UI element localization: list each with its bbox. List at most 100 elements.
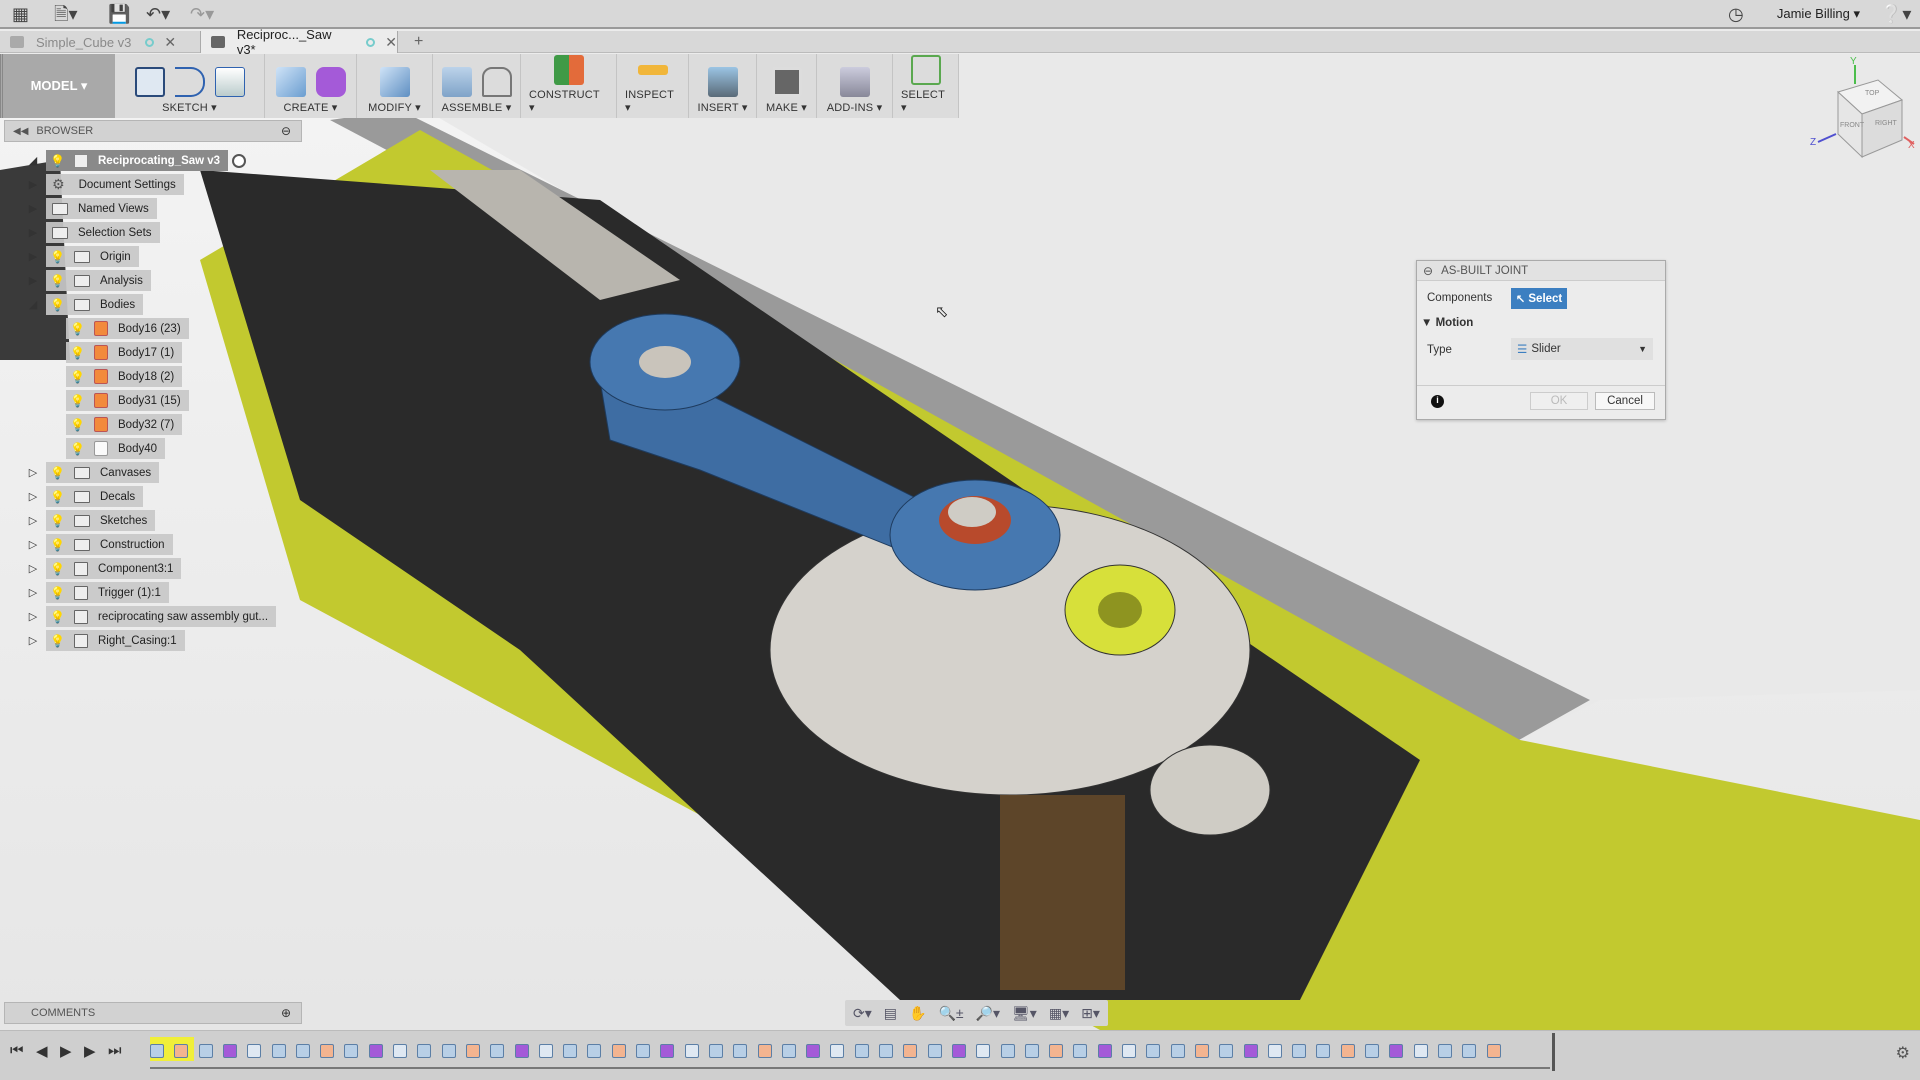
timeline-feature-icon[interactable] bbox=[1170, 1044, 1185, 1058]
step-back-icon[interactable]: ◀ bbox=[36, 1042, 48, 1060]
visibility-bulb-icon[interactable]: 💡 bbox=[70, 346, 85, 360]
select-icon[interactable] bbox=[910, 55, 941, 85]
look-at-icon[interactable]: ▤ bbox=[884, 1005, 897, 1022]
visibility-bulb-icon[interactable]: 💡 bbox=[50, 634, 65, 648]
timeline-feature-icon[interactable] bbox=[1146, 1044, 1161, 1058]
activate-radio-icon[interactable] bbox=[232, 153, 247, 168]
tree-item[interactable]: ◢ 💡 Bodies bbox=[26, 294, 144, 315]
tree-item-body[interactable]: 💡 Body17 (1) bbox=[66, 342, 183, 363]
tree-item-body[interactable]: 💡 Right_Casing:1 bbox=[46, 630, 185, 651]
collapse-browser-icon[interactable]: ◀◀ bbox=[13, 126, 28, 137]
timeline-feature-icon[interactable] bbox=[951, 1044, 966, 1058]
tree-item-body[interactable]: 💡 Construction bbox=[46, 534, 173, 555]
close-tab-icon[interactable]: ✕ bbox=[385, 34, 397, 51]
new-tab-button[interactable]: + bbox=[404, 31, 423, 53]
zoom-icon[interactable]: 🔍± bbox=[938, 1005, 963, 1022]
timeline-feature-icon[interactable] bbox=[708, 1044, 723, 1058]
timeline-feature-icon[interactable] bbox=[1049, 1044, 1064, 1058]
timeline-feature-icon[interactable] bbox=[830, 1044, 845, 1058]
visibility-bulb-icon[interactable]: 💡 bbox=[50, 274, 65, 288]
joint-type-dropdown[interactable]: ☰ Slider ▼ bbox=[1511, 338, 1653, 360]
visibility-bulb-icon[interactable]: 💡 bbox=[50, 154, 65, 168]
create-sketch-icon[interactable] bbox=[134, 67, 165, 97]
grid-settings-icon[interactable]: ▦▾ bbox=[1049, 1005, 1069, 1022]
timeline-feature-icon[interactable] bbox=[514, 1044, 529, 1058]
pan-hand-icon[interactable]: ✋ bbox=[909, 1005, 926, 1022]
timeline-feature-icon[interactable] bbox=[320, 1044, 335, 1058]
tree-item-body[interactable]: ⚙ Document Settings bbox=[46, 174, 184, 195]
visibility-bulb-icon[interactable]: 💡 bbox=[70, 442, 85, 456]
line-icon[interactable] bbox=[174, 67, 205, 97]
expand-arrow-icon[interactable]: ▷ bbox=[26, 538, 40, 551]
minimize-icon[interactable]: ⊖ bbox=[281, 124, 291, 138]
tree-item-body[interactable]: 💡 Origin bbox=[46, 246, 139, 267]
3d-print-icon[interactable] bbox=[771, 67, 802, 97]
collapse-dialog-icon[interactable]: ⊖ bbox=[1423, 264, 1433, 278]
timeline-marker[interactable] bbox=[1552, 1033, 1555, 1071]
tree-item[interactable]: ▷ 💡 Sketches bbox=[26, 510, 156, 531]
expand-arrow-icon[interactable]: ▶ bbox=[26, 202, 40, 215]
tree-item-body[interactable]: Selection Sets bbox=[46, 222, 160, 243]
orbit-icon[interactable]: ⟳▾ bbox=[853, 1005, 872, 1022]
timeline-feature-icon[interactable] bbox=[757, 1044, 772, 1058]
display-settings-icon[interactable]: 🖥▾ bbox=[1012, 1005, 1037, 1022]
expand-arrow-icon[interactable]: ▶ bbox=[26, 226, 40, 239]
fit-icon[interactable]: 🔎▾ bbox=[976, 1005, 1000, 1022]
toolbar-group-add-ins[interactable]: ADD-INS ▾ bbox=[817, 54, 893, 118]
tree-item[interactable]: ▷ 💡 Component3:1 bbox=[26, 558, 182, 579]
timeline-feature-icon[interactable] bbox=[733, 1044, 748, 1058]
timeline-feature-icon[interactable] bbox=[222, 1044, 237, 1058]
timeline-feature-icon[interactable] bbox=[1194, 1044, 1209, 1058]
add-comment-icon[interactable]: ⊕ bbox=[281, 1006, 291, 1020]
toolbar-group-create[interactable]: CREATE ▾ bbox=[265, 54, 357, 118]
collapse-arrow-icon[interactable]: ◢ bbox=[26, 154, 40, 167]
tree-item-body[interactable]: 💡 reciprocating saw assembly gut... bbox=[46, 606, 277, 627]
timeline-feature-icon[interactable] bbox=[781, 1044, 796, 1058]
select-components-button[interactable]: ↖ Select bbox=[1511, 288, 1567, 309]
tree-item-body[interactable]: 💡 Component3:1 bbox=[46, 558, 182, 579]
extrude-icon[interactable] bbox=[275, 67, 306, 97]
timeline-feature-icon[interactable] bbox=[247, 1044, 262, 1058]
visibility-bulb-icon[interactable]: 💡 bbox=[50, 562, 65, 576]
expand-arrow-icon[interactable]: ▶ bbox=[26, 250, 40, 263]
expand-arrow-icon[interactable]: ▶ bbox=[26, 274, 40, 287]
visibility-bulb-icon[interactable]: 💡 bbox=[50, 466, 65, 480]
tree-item-body[interactable]: 💡 Body40 bbox=[66, 438, 166, 459]
visibility-bulb-icon[interactable]: 💡 bbox=[70, 394, 85, 408]
timeline-feature-icon[interactable] bbox=[611, 1044, 626, 1058]
tree-item-body[interactable]: Named Views bbox=[46, 198, 157, 219]
timeline-feature-icon[interactable] bbox=[150, 1044, 164, 1058]
timeline-feature-icon[interactable] bbox=[295, 1044, 310, 1058]
timeline-feature-icon[interactable] bbox=[344, 1044, 359, 1058]
tree-item-body[interactable]: 💡 Canvases bbox=[46, 462, 160, 483]
apps-grid-icon[interactable]: ▦ bbox=[12, 4, 29, 24]
timeline-feature-icon[interactable] bbox=[1365, 1044, 1379, 1058]
visibility-bulb-icon[interactable]: 💡 bbox=[50, 490, 65, 504]
timeline-feature-icon[interactable] bbox=[271, 1044, 286, 1058]
toolbar-group-assemble[interactable]: ASSEMBLE ▾ bbox=[433, 54, 521, 118]
toolbar-group-insert[interactable]: INSERT ▾ bbox=[689, 54, 757, 118]
timeline-feature-icon[interactable] bbox=[660, 1044, 675, 1058]
timeline-feature-icon[interactable] bbox=[441, 1044, 456, 1058]
toolbar-group-inspect[interactable]: INSPECT ▾ bbox=[617, 54, 689, 118]
tree-item[interactable]: 💡 Body17 (1) bbox=[46, 342, 183, 363]
step-forward-icon[interactable]: ▶ bbox=[84, 1042, 96, 1060]
offset-plane-icon[interactable] bbox=[553, 55, 584, 85]
tree-item-body[interactable]: 💡 Bodies bbox=[46, 294, 144, 315]
visibility-bulb-icon[interactable]: 💡 bbox=[50, 514, 65, 528]
tree-item[interactable]: 💡 Body31 (15) bbox=[46, 390, 189, 411]
timeline-feature-icon[interactable] bbox=[1122, 1044, 1136, 1058]
cancel-button[interactable]: Cancel bbox=[1595, 392, 1655, 410]
press-pull-icon[interactable] bbox=[379, 67, 410, 97]
visibility-bulb-icon[interactable]: 💡 bbox=[70, 322, 85, 336]
tree-item[interactable]: 💡 Body16 (23) bbox=[46, 318, 189, 339]
tree-item-body[interactable]: 💡 Analysis bbox=[46, 270, 151, 291]
timeline-feature-icon[interactable] bbox=[684, 1044, 699, 1058]
toolbar-group-construct[interactable]: CONSTRUCT ▾ bbox=[521, 54, 617, 118]
toolbar-group-sketch[interactable]: SKETCH ▾ bbox=[115, 54, 265, 118]
timeline-feature-icon[interactable] bbox=[1486, 1044, 1501, 1058]
viewports-icon[interactable]: ⊞▾ bbox=[1081, 1005, 1100, 1022]
joint-icon[interactable] bbox=[481, 67, 512, 97]
play-icon[interactable]: ▶ bbox=[60, 1042, 72, 1060]
timeline-feature-icon[interactable] bbox=[1267, 1044, 1282, 1058]
